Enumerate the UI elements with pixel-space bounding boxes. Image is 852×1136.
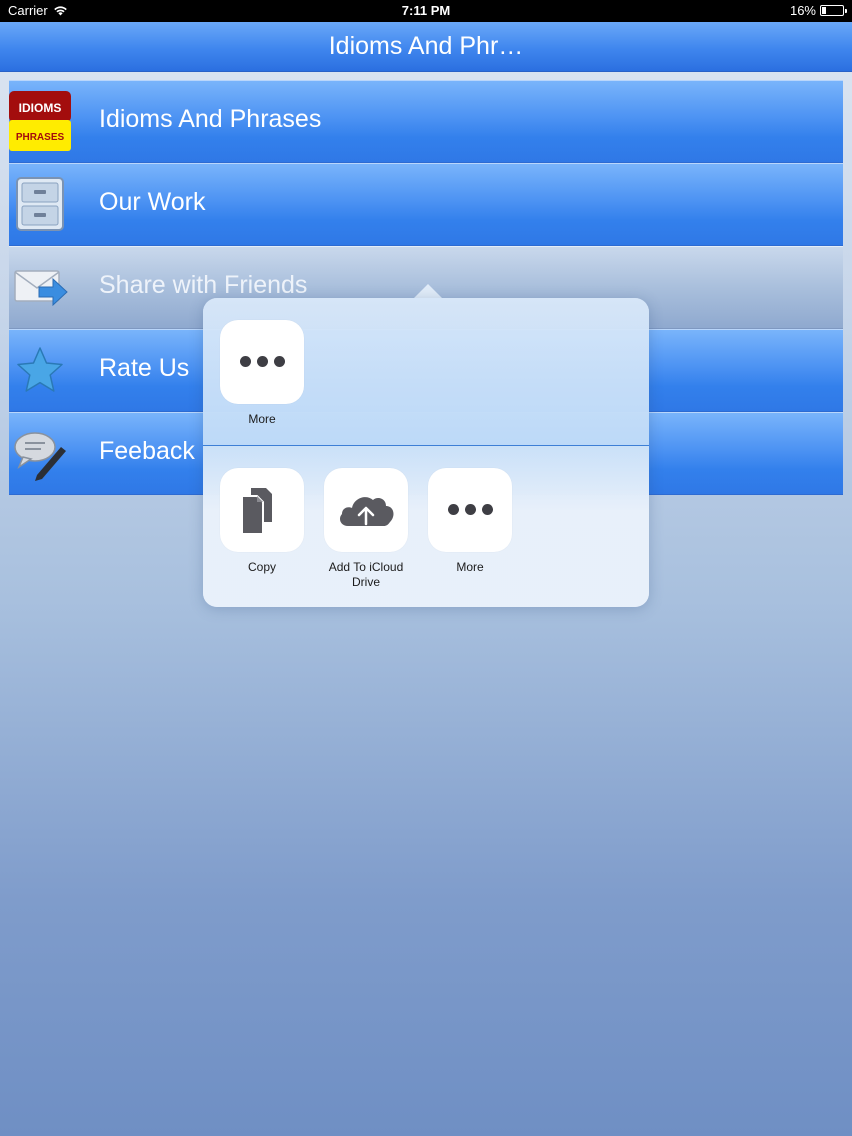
- page-title: Idioms And Phr…: [328, 32, 524, 60]
- action-caption: More: [456, 560, 484, 574]
- battery-icon: [820, 5, 847, 16]
- battery-percent: 16%: [789, 3, 816, 18]
- logo-text-idioms: IDIOMS: [19, 101, 62, 115]
- star-icon: [9, 340, 71, 402]
- share-action-copy[interactable]: Copy: [219, 468, 305, 575]
- menu-item-label: Idioms And Phrases: [99, 105, 322, 133]
- share-action-more-top[interactable]: More: [219, 320, 305, 427]
- menu-item-label: Our Work: [99, 188, 206, 216]
- action-tile[interactable]: [220, 468, 304, 552]
- status-bar: Carrier 7:11 PM 16%: [0, 0, 852, 22]
- action-caption: Copy: [247, 560, 276, 574]
- filing-cabinet-icon: [9, 174, 71, 236]
- share-sheet-top-section: More: [203, 298, 649, 446]
- action-tile[interactable]: [324, 468, 408, 552]
- menu-item-label: Share with Friends: [99, 271, 308, 299]
- mail-forward-icon: [9, 257, 71, 319]
- action-caption: Add To iCloud Drive: [323, 560, 409, 590]
- more-dots-icon: [428, 504, 512, 515]
- menu-item-our-work[interactable]: Our Work: [9, 163, 843, 246]
- popover-arrow: [414, 284, 442, 298]
- action-tile[interactable]: [428, 468, 512, 552]
- copy-documents-icon: [241, 488, 272, 535]
- icloud-upload-icon: [340, 497, 394, 526]
- logo-text-phrases: PHRASES: [16, 132, 65, 143]
- comment-pencil-icon: [9, 423, 71, 485]
- menu-item-label: Feeback: [99, 437, 195, 465]
- share-sheet-bottom-section: Copy Add To iCloud Drive More: [203, 446, 649, 607]
- action-tile[interactable]: [220, 320, 304, 404]
- more-dots-icon: [220, 356, 304, 367]
- share-action-more-bottom[interactable]: More: [427, 468, 513, 575]
- caption-line-2: Drive: [351, 575, 380, 589]
- status-time: 7:11 PM: [401, 3, 451, 18]
- share-action-add-to-icloud-drive[interactable]: Add To iCloud Drive: [323, 468, 409, 590]
- battery-fill: [822, 7, 826, 14]
- share-sheet-popover: More Copy Add To iCloud Drive More: [203, 298, 649, 607]
- menu-item-idioms-and-phrases[interactable]: IDIOMS PHRASES Idioms And Phrases: [9, 80, 843, 163]
- action-caption: More: [248, 412, 276, 426]
- navigation-bar: Idioms And Phr…: [0, 22, 852, 72]
- caption-line-1: Add To iCloud: [328, 560, 404, 574]
- battery-indicator: 16%: [789, 3, 847, 18]
- menu-item-label: Rate Us: [99, 354, 190, 382]
- idioms-phrases-logo-icon: IDIOMS PHRASES: [9, 91, 71, 153]
